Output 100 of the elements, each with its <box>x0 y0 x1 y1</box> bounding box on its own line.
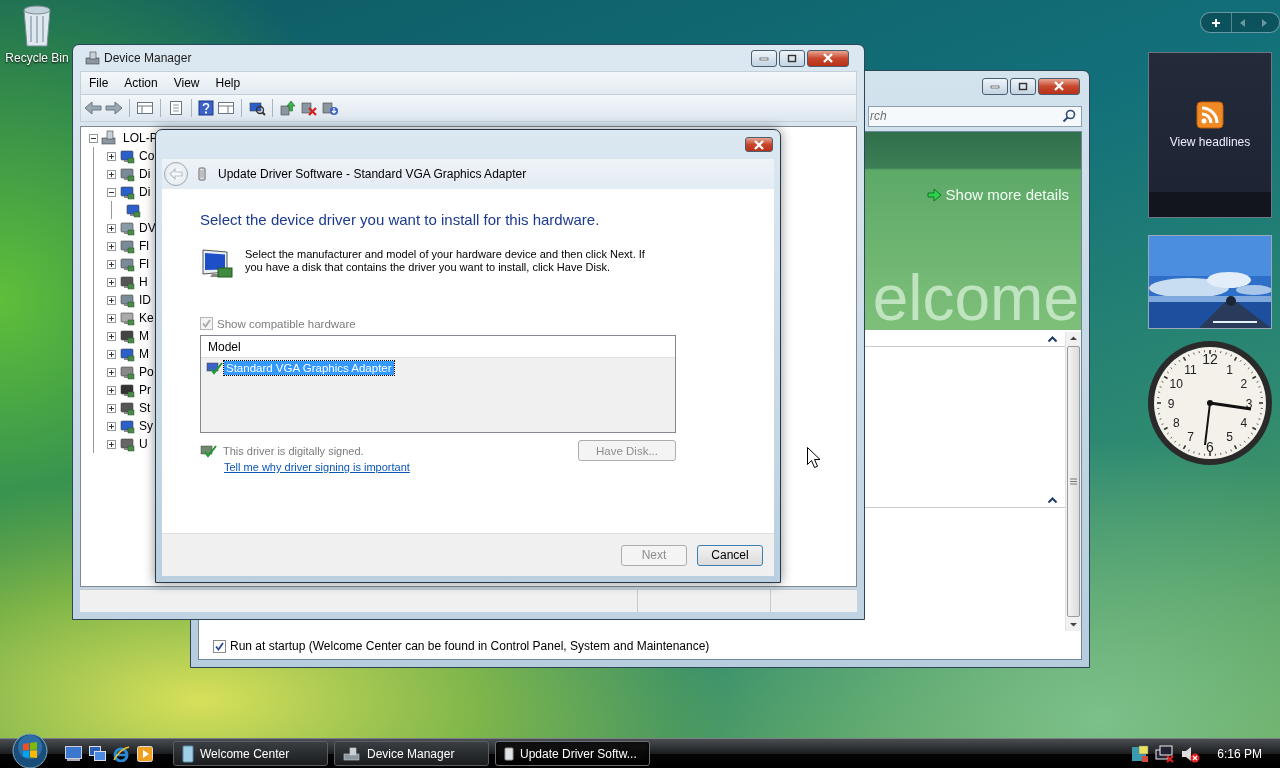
help-icon[interactable] <box>198 100 214 116</box>
switch-windows-icon[interactable] <box>89 746 106 761</box>
tree-item[interactable]: Fl <box>138 257 150 271</box>
close-button[interactable] <box>807 49 849 67</box>
back-icon[interactable] <box>84 100 102 116</box>
recycle-bin-icon[interactable] <box>20 4 54 48</box>
scroll-bar[interactable] <box>1065 332 1081 631</box>
menu-item[interactable]: Action <box>116 76 166 90</box>
driver-signing-link[interactable]: Tell me why driver signing is important <box>224 461 410 474</box>
expander-icon[interactable] <box>107 295 116 305</box>
menu-item[interactable]: View <box>165 76 208 90</box>
close-button[interactable] <box>745 137 773 152</box>
update-driver-icon[interactable] <box>279 100 297 116</box>
enable-device-icon[interactable] <box>321 100 339 116</box>
tree-item[interactable]: ID <box>138 293 152 307</box>
adapter-card-icon <box>198 166 206 182</box>
mouse-pointer-icon <box>807 447 820 468</box>
maximize-icon[interactable] <box>787 53 797 63</box>
right-arrow-icon[interactable] <box>1261 18 1267 27</box>
device-icon <box>119 382 135 398</box>
expander-icon[interactable] <box>107 349 116 359</box>
tree-item[interactable]: M <box>138 347 150 361</box>
maximize-button[interactable] <box>1010 77 1036 95</box>
feed-gadget[interactable]: View headlines <box>1148 52 1272 218</box>
close-button[interactable] <box>1038 77 1080 95</box>
minimize-button[interactable] <box>982 77 1008 95</box>
tree-item[interactable]: Di <box>138 185 152 199</box>
menu-item[interactable]: File <box>81 76 117 90</box>
tree-item[interactable]: Ke <box>138 311 155 325</box>
expander-icon[interactable] <box>107 169 116 179</box>
expander-icon[interactable] <box>107 187 116 197</box>
close-icon[interactable] <box>753 139 765 150</box>
expander-icon[interactable] <box>107 367 116 377</box>
tree-item[interactable]: Di <box>138 167 152 181</box>
network-icon[interactable] <box>1155 744 1176 763</box>
signed-note: This driver is digitally signed. <box>223 444 365 457</box>
menu-item[interactable]: Help <box>207 76 249 90</box>
plus-icon[interactable] <box>1211 17 1221 28</box>
expander-icon[interactable] <box>107 331 116 341</box>
signed-driver-icon <box>206 361 223 375</box>
security-center-icon[interactable] <box>1131 744 1150 763</box>
expander-icon[interactable] <box>107 421 116 431</box>
minimize-button[interactable] <box>751 49 777 67</box>
expander-icon[interactable] <box>107 385 116 395</box>
taskbar-button[interactable]: Welcome Center <box>173 741 328 766</box>
expander-icon[interactable] <box>89 133 98 143</box>
device-icon <box>119 238 135 254</box>
desktop-icon-label[interactable]: Recycle Bin <box>5 51 69 65</box>
model-list[interactable]: Model Standard VGA Graphics Adapter <box>200 335 676 433</box>
start-button[interactable] <box>12 732 48 768</box>
tree-item[interactable]: Fl <box>138 239 150 253</box>
tree-item[interactable]: Po <box>138 365 155 379</box>
collapse-icon[interactable] <box>1048 497 1057 503</box>
tree-item[interactable]: Sy <box>138 419 154 433</box>
uninstall-icon[interactable] <box>300 100 318 116</box>
dialog-title: Update Driver Software - Standard VGA Graphics Adapter <box>218 167 527 181</box>
checkbox-label: Run at startup (Welcome Center can be found in Control Panel, System and Maintenance) <box>230 639 710 653</box>
tree-item[interactable]: H <box>138 275 149 289</box>
taskbar-button[interactable]: Device Manager <box>334 741 489 766</box>
expander-icon[interactable] <box>107 403 116 413</box>
tree-item[interactable]: DV <box>138 221 157 235</box>
panel-icon[interactable] <box>136 100 154 116</box>
media-player-icon[interactable] <box>137 745 153 762</box>
expander-icon[interactable] <box>107 313 116 323</box>
device-icon <box>119 436 135 452</box>
close-icon[interactable] <box>822 53 834 63</box>
tree-item[interactable]: Pr <box>138 383 152 397</box>
clock-gadget[interactable]: 12 11 1 10 2 9 3 8 4 7 5 6 <box>1147 341 1273 467</box>
close-icon[interactable] <box>1053 81 1065 91</box>
left-arrow-icon[interactable] <box>1239 18 1246 27</box>
cancel-button[interactable]: Cancel <box>697 544 763 566</box>
tree-item[interactable]: M <box>138 329 150 343</box>
tree-item[interactable]: Co <box>138 149 156 163</box>
maximize-icon[interactable] <box>1018 81 1028 91</box>
search-icon[interactable] <box>1062 109 1076 123</box>
tree-item[interactable]: U <box>138 437 149 451</box>
properties-icon[interactable] <box>167 100 185 116</box>
feed-label[interactable]: View headlines <box>1169 135 1251 149</box>
collapse-icon[interactable] <box>1048 336 1057 342</box>
clock-numeral: 2 <box>1240 377 1248 391</box>
show-desktop-icon[interactable] <box>65 746 82 761</box>
panel-icon[interactable] <box>217 100 235 116</box>
expander-icon[interactable] <box>107 223 116 233</box>
expander-icon[interactable] <box>107 259 116 269</box>
volume-icon[interactable] <box>1181 744 1202 763</box>
clock-numeral: 4 <box>1240 416 1248 430</box>
column-header[interactable]: Model <box>201 336 675 358</box>
search-field[interactable]: rch <box>868 105 1082 127</box>
expander-icon[interactable] <box>107 439 116 449</box>
clock-numeral: 11 <box>1184 362 1197 377</box>
scan-icon[interactable] <box>248 100 266 116</box>
maximize-button[interactable] <box>779 49 805 67</box>
expander-icon[interactable] <box>107 241 116 251</box>
taskbar-button[interactable]: Update Driver Softw... <box>495 741 650 766</box>
expander-icon[interactable] <box>107 151 116 161</box>
taskbar-clock[interactable]: 6:16 PM <box>1217 746 1262 761</box>
tree-item[interactable]: St <box>138 401 152 415</box>
browser-icon[interactable] <box>113 745 130 762</box>
expander-icon[interactable] <box>107 277 116 287</box>
forward-icon[interactable] <box>105 100 123 116</box>
